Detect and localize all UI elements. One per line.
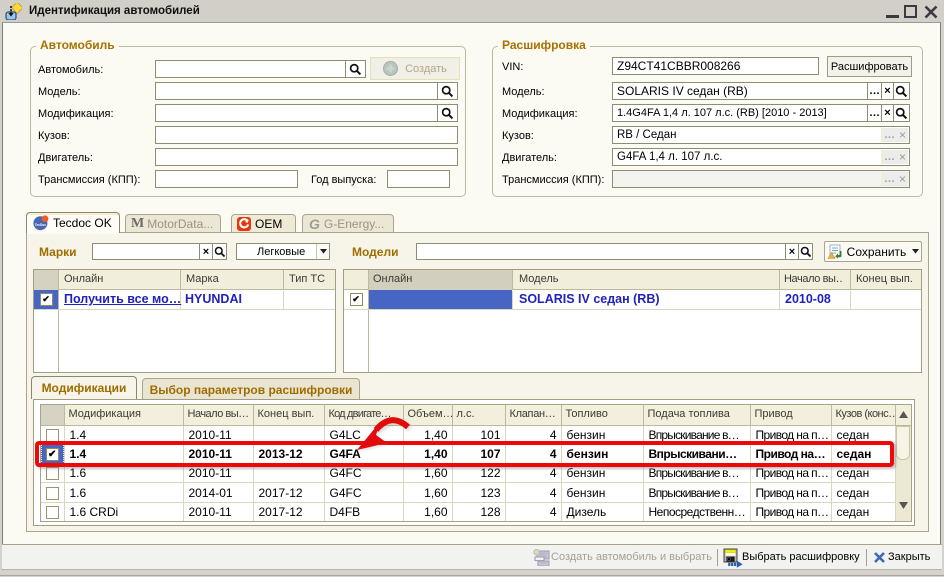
svg-text:TecDoc: TecDoc (35, 223, 47, 227)
